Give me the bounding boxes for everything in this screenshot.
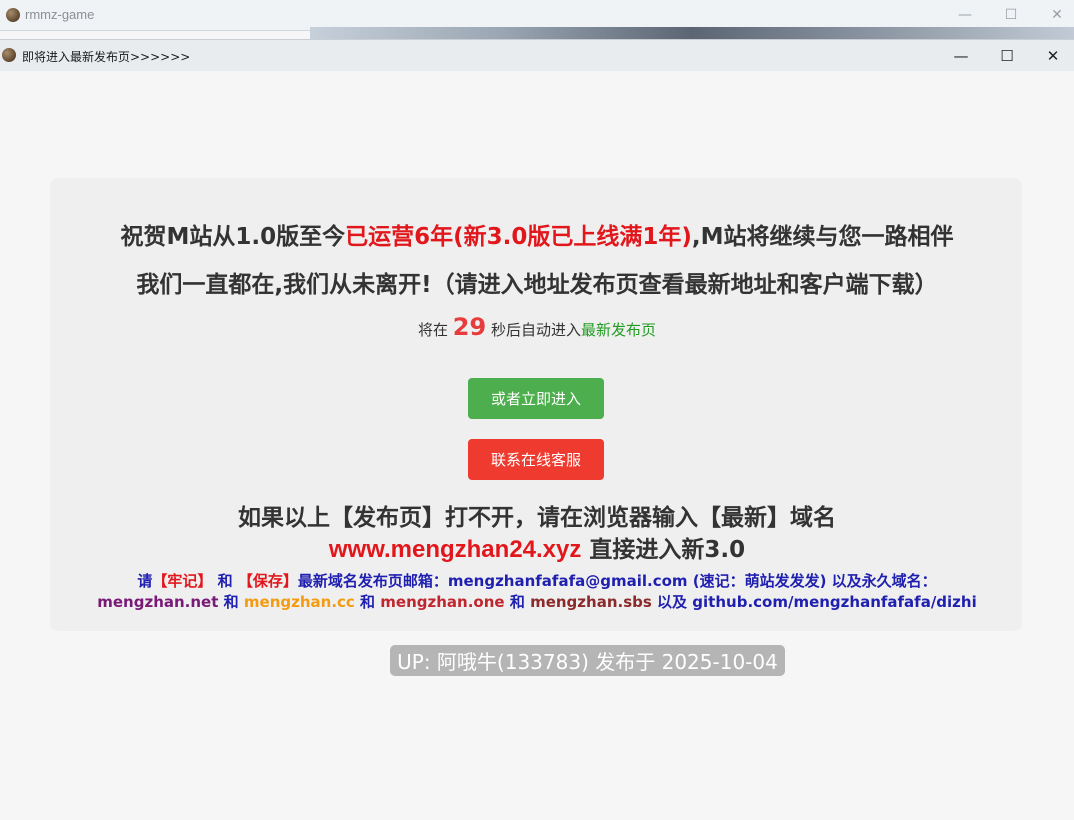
- countdown-number: 29: [452, 313, 487, 341]
- uploader-badge: UP: 阿哦牛(133783) 发布于 2025-10-04: [390, 645, 785, 676]
- domain-link-cc[interactable]: mengzhan.cc: [244, 593, 355, 611]
- background-window-strip: [310, 27, 1074, 39]
- fallback-domain-suffix: 直接进入新3.0: [589, 537, 746, 563]
- and-text: 和: [360, 593, 376, 611]
- email-text-and: 和: [217, 572, 233, 590]
- domain-link-net[interactable]: mengzhan.net: [97, 593, 218, 611]
- domain-link-one[interactable]: mengzhan.one: [380, 593, 504, 611]
- countdown-suffix: 秒后自动进入: [490, 321, 581, 339]
- headline-highlight: 已运营6年(新3.0版已上线满1年): [345, 224, 692, 250]
- countdown-prefix: 将在: [417, 321, 448, 339]
- inner-window-title: 即将进入最新发布页>>>>>>: [22, 50, 191, 64]
- outer-maximize-button[interactable]: ☐: [988, 0, 1034, 30]
- close-button[interactable]: ✕: [1030, 40, 1074, 71]
- outer-minimize-button[interactable]: —: [942, 0, 988, 30]
- headline-line-1: 祝贺M站从1.0版至今已运营6年(新3.0版已上线满1年),M站将继续与您一路相…: [0, 217, 1074, 251]
- email-info-line: 请【牢记】 和 【保存】最新域名发布页邮箱：mengzhanfafafa@gma…: [0, 570, 1074, 591]
- headline-line-2: 我们一直都在,我们从未离开!（请进入地址发布页查看最新地址和客户端下载）: [136, 272, 938, 298]
- permanent-domains-line: mengzhan.net 和 mengzhan.cc 和 mengzhan.on…: [0, 591, 1074, 612]
- minimize-button[interactable]: —: [938, 40, 984, 71]
- email-text-1: 请: [137, 572, 153, 590]
- latest-domain-link[interactable]: www.mengzhan24.xyz: [329, 536, 582, 563]
- and-text: 和: [223, 593, 239, 611]
- outer-title-bar: rmmz-game — ☐ ✕: [0, 0, 1074, 39]
- fallback-instruction: 如果以上【发布页】打不开，请在浏览器输入【最新】域名: [238, 505, 836, 531]
- app-icon: [2, 48, 16, 62]
- email-text-address: 最新域名发布页邮箱：mengzhanfafafa@gmail.com (速记：萌…: [297, 572, 937, 590]
- countdown-text: 将在 29 秒后自动进入最新发布页: [0, 313, 1074, 341]
- domain-link-github[interactable]: github.com/mengzhanfafafa/dizhi: [692, 593, 976, 611]
- email-text-save: 【保存】: [237, 572, 298, 590]
- online-support-button[interactable]: 联系在线客服: [468, 439, 604, 480]
- email-text-remember: 【牢记】: [152, 572, 213, 590]
- inner-title-bar: 即将进入最新发布页>>>>>> — ☐ ✕: [0, 39, 1074, 71]
- domain-link-sbs[interactable]: mengzhan.sbs: [530, 593, 652, 611]
- outer-window-title: rmmz-game: [25, 7, 95, 22]
- enter-now-button[interactable]: 或者立即进入: [468, 378, 604, 419]
- app-icon: [6, 8, 20, 22]
- and-text: 以及: [657, 593, 688, 611]
- maximize-button[interactable]: ☐: [984, 40, 1030, 71]
- fallback-domain-line: www.mengzhan24.xyz 直接进入新3.0: [0, 530, 1074, 564]
- and-text: 和: [509, 593, 525, 611]
- headline-part-1: 祝贺M站从1.0版至今: [120, 224, 346, 250]
- release-page-link[interactable]: 最新发布页: [581, 321, 656, 339]
- headline-part-3: ,M站将继续与您一路相伴: [691, 224, 954, 250]
- outer-close-button[interactable]: ✕: [1034, 0, 1074, 30]
